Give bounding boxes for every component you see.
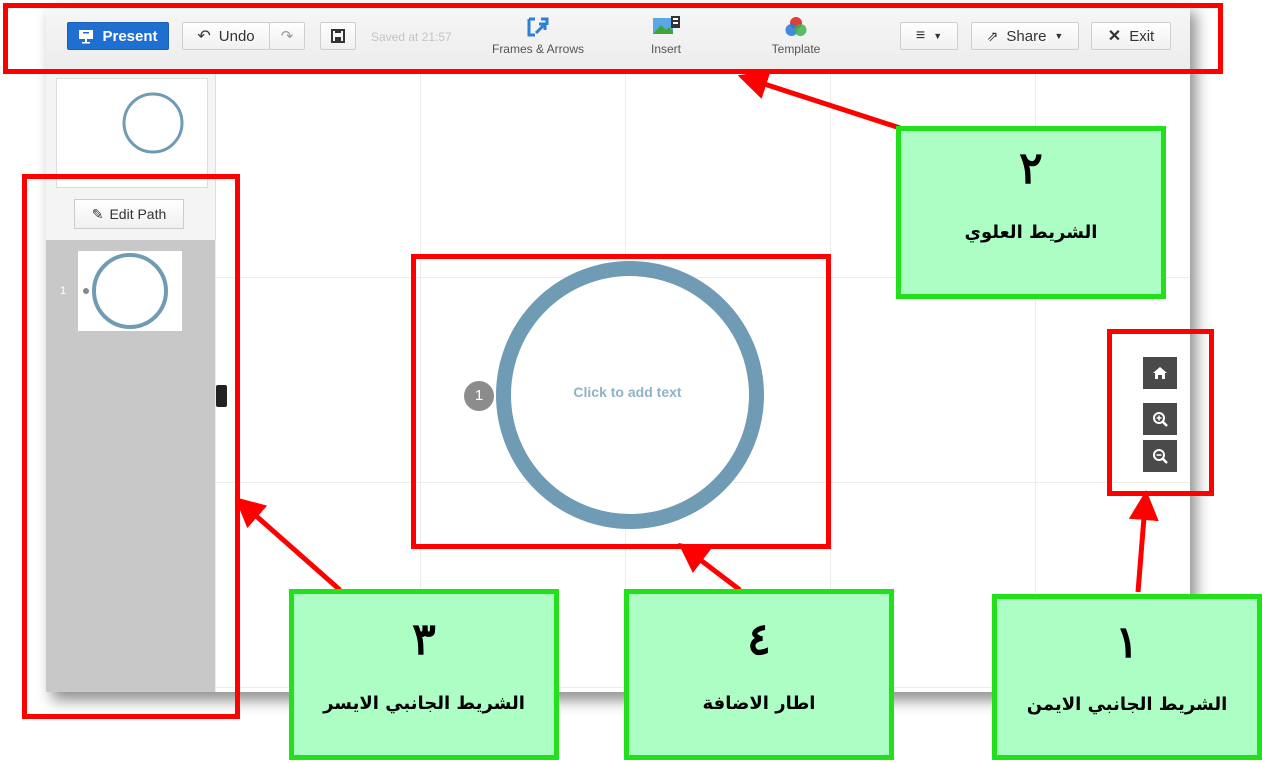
callout-left-sidebar: ٣ الشريط الجانبي الايسر: [289, 589, 559, 760]
callout-number: ٢: [1019, 143, 1043, 194]
callout-number: ١: [1115, 617, 1139, 668]
callout-frame: ٤ اطار الاضافة: [624, 589, 894, 760]
callout-right-sidebar: ١ الشريط الجانبي الايمن: [992, 594, 1262, 760]
callout-number: ٤: [747, 614, 771, 665]
callout-label: الشريط العلوي: [964, 222, 1098, 243]
callout-number: ٣: [412, 614, 436, 665]
frame-highlight: [411, 254, 831, 549]
preview-circle: [122, 92, 184, 154]
toolbar-highlight: [3, 3, 1223, 74]
current-frame-preview[interactable]: [56, 78, 208, 188]
left-sidebar-highlight: [22, 174, 240, 719]
callout-label: اطار الاضافة: [702, 693, 816, 714]
callout-label: الشريط الجانبي الايسر: [323, 693, 525, 714]
callout-label: الشريط الجانبي الايمن: [1026, 694, 1228, 715]
right-sidebar-highlight: [1107, 329, 1214, 496]
callout-toolbar: ٢ الشريط العلوي: [896, 126, 1166, 299]
